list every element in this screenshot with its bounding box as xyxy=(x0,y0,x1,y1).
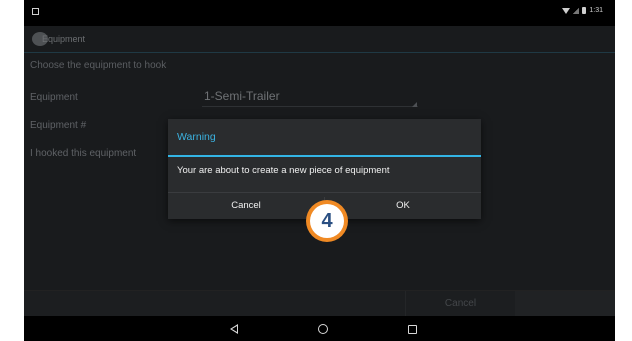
signal-icon xyxy=(573,7,580,14)
spinner-underline xyxy=(202,106,418,107)
page-title: Equipment xyxy=(42,34,86,44)
dialog-cancel-button[interactable]: Cancel xyxy=(168,193,324,219)
wifi-icon xyxy=(562,7,571,14)
spinner-arrow-icon xyxy=(412,102,417,107)
dialog-title: Warning xyxy=(177,131,216,143)
notification-icon xyxy=(32,8,39,15)
navigation-bar xyxy=(24,316,615,341)
step-number: 4 xyxy=(310,204,344,238)
hooked-equipment-label: I hooked this equipment xyxy=(30,148,137,159)
equipment-label: Equipment xyxy=(30,92,78,103)
action-bar: Equipment xyxy=(24,26,615,53)
home-icon[interactable] xyxy=(316,322,330,336)
dialog-title-divider xyxy=(168,155,481,157)
device-screen: 1:31 Equipment Choose the equipment to h… xyxy=(24,0,615,341)
dialog-message: Your are about to create a new piece of … xyxy=(177,165,390,176)
status-icons: 1:31 xyxy=(562,7,603,14)
bottom-cancel-button[interactable]: Cancel xyxy=(405,291,515,317)
back-icon[interactable] xyxy=(227,322,241,336)
recent-apps-icon[interactable] xyxy=(405,322,419,336)
bottom-button-bar: Cancel xyxy=(24,290,615,317)
equipment-spinner[interactable]: 1-Semi-Trailer xyxy=(204,89,280,103)
dialog-ok-button[interactable]: OK xyxy=(325,193,481,219)
status-time: 1:31 xyxy=(589,7,603,14)
status-bar: 1:31 xyxy=(24,0,615,26)
form-subtitle: Choose the equipment to hook xyxy=(30,60,167,71)
battery-icon xyxy=(582,7,587,14)
step-number-badge: 4 xyxy=(306,200,348,242)
equipment-number-label: Equipment # xyxy=(30,120,87,131)
bottom-ok-button[interactable] xyxy=(515,291,615,317)
